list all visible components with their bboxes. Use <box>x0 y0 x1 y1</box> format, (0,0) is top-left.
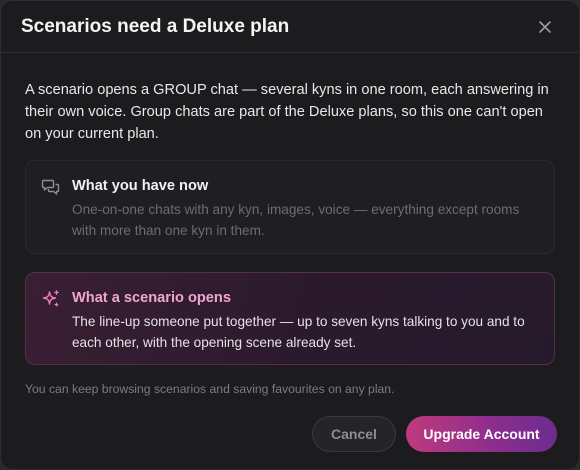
dialog-title: Scenarios need a Deluxe plan <box>21 15 290 37</box>
scenario-card: What a scenario opens The line-up someon… <box>25 272 555 365</box>
dialog-header: Scenarios need a Deluxe plan <box>1 1 579 53</box>
dialog-footnote: You can keep browsing scenarios and savi… <box>25 382 395 396</box>
upgrade-dialog: Scenarios need a Deluxe plan A scenario … <box>0 0 580 470</box>
current-plan-description: One-on-one chats with any kyn, images, v… <box>72 202 520 238</box>
dialog-intro: A scenario opens a GROUP chat — several … <box>25 82 549 142</box>
close-icon <box>539 20 551 33</box>
chat-bubbles-icon <box>41 176 61 239</box>
close-button[interactable] <box>532 14 558 40</box>
scenario-title: What a scenario opens <box>72 290 231 306</box>
cancel-button[interactable]: Cancel <box>312 416 396 452</box>
sparkles-icon <box>41 288 61 350</box>
current-plan-title: What you have now <box>72 178 209 194</box>
dialog-body: A scenario opens a GROUP chat — several … <box>1 53 579 397</box>
dialog-actions: Cancel Upgrade Account <box>312 416 557 452</box>
upgrade-account-button[interactable]: Upgrade Account <box>406 416 557 452</box>
scenario-description: The line-up someone put together — up to… <box>72 314 525 350</box>
current-plan-card: What you have now One-on-one chats with … <box>25 160 555 254</box>
